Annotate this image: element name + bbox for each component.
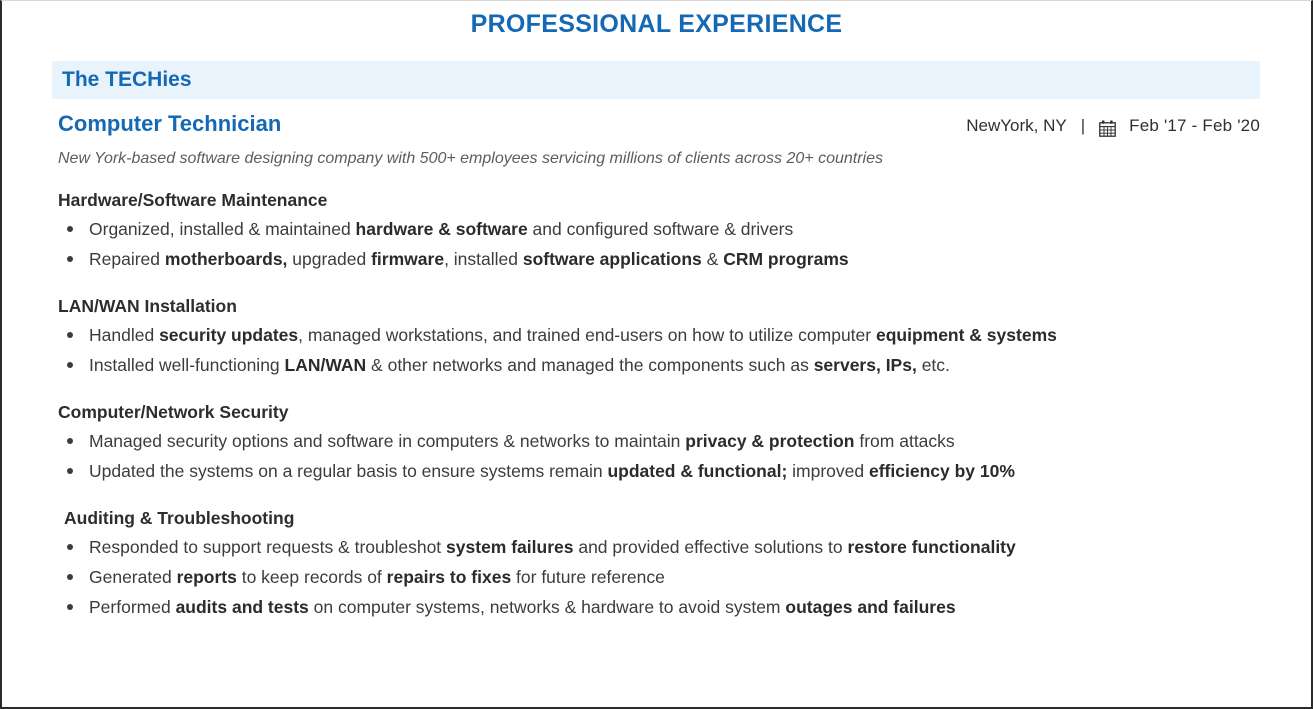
bullet-text: , managed workstations, and trained end-… (298, 325, 876, 345)
calendar-icon (1099, 120, 1116, 137)
bullet-item: Generated reports to keep records of rep… (64, 562, 1303, 592)
job-dates: Feb '17 - Feb '20 (1129, 116, 1260, 135)
company-description: New York-based software designing compan… (58, 150, 884, 167)
bullet-emphasis: equipment & systems (875, 325, 1057, 345)
bullet-item: Repaired motherboards, upgraded firmware… (58, 244, 1303, 274)
bullet-item: Organized, installed & maintained hardwa… (58, 214, 1303, 244)
resume-page: PROFESSIONAL EXPERIENCE The TECHies Comp… (0, 0, 1313, 709)
bullet-emphasis: software applications (522, 249, 702, 269)
job-title: Computer Technician (58, 111, 282, 136)
bullet-text: Performed (89, 597, 176, 617)
bullet-text: Installed well-functioning (89, 355, 285, 375)
bullet-text: & (701, 249, 724, 269)
subsection-heading: LAN/WAN Installation (58, 296, 237, 316)
bullet-emphasis: audits and tests (175, 597, 309, 617)
experience-subsection: Computer/Network Security Managed securit… (58, 402, 1303, 486)
subsection-heading: Computer/Network Security (58, 402, 289, 422)
meta-separator: | (1080, 116, 1086, 135)
bullet-list: Managed security options and software in… (58, 426, 1303, 486)
bullet-emphasis: reports (176, 567, 237, 587)
bullet-list: Organized, installed & maintained hardwa… (58, 214, 1303, 274)
bullet-item: Handled security updates, managed workst… (58, 320, 1303, 350)
bullet-text: Generated (89, 567, 177, 587)
bullet-item: Installed well-functioning LAN/WAN & oth… (58, 350, 1303, 380)
bullet-text: to keep records of (236, 567, 387, 587)
bullet-text: , installed (444, 249, 523, 269)
bullet-item: Updated the systems on a regular basis t… (58, 456, 1303, 486)
bullet-text: Handled (89, 325, 160, 345)
bullet-list: Handled security updates, managed workst… (58, 320, 1303, 380)
subsection-heading: Auditing & Troubleshooting (64, 508, 295, 528)
bullet-emphasis: updated & functional; (607, 461, 788, 481)
experience-subsection: LAN/WAN Installation Handled security upd… (58, 296, 1303, 380)
bullet-emphasis: LAN/WAN (284, 355, 367, 375)
bullet-emphasis: motherboards, (164, 249, 288, 269)
bullet-emphasis: efficiency by 10% (869, 461, 1015, 481)
bullet-text: on computer systems, networks & hardware… (308, 597, 786, 617)
bullet-text: etc. (916, 355, 950, 375)
experience-subsection: Auditing & Troubleshooting Responded to s… (64, 508, 1303, 622)
job-location: NewYork, NY (966, 116, 1067, 135)
company-banner: The TECHies (52, 61, 1260, 99)
role-row: Computer Technician NewYork, NY | Feb '1… (52, 111, 1260, 137)
bullet-emphasis: security updates (159, 325, 299, 345)
job-meta: NewYork, NY | Feb '17 - Feb '20 (966, 116, 1260, 137)
bullet-list: Responded to support requests & troubles… (64, 532, 1303, 622)
bullet-text: upgraded (287, 249, 372, 269)
bullet-emphasis: restore functionality (847, 537, 1016, 557)
bullet-item: Responded to support requests & troubles… (64, 532, 1303, 562)
experience-subsection: Hardware/Software Maintenance Organized, … (58, 190, 1303, 274)
experience-subsections: Hardware/Software Maintenance Organized, … (10, 190, 1303, 622)
company-name: The TECHies (62, 68, 192, 91)
bullet-text: Responded to support requests & troubles… (89, 537, 447, 557)
bullet-text: & other networks and managed the compone… (366, 355, 814, 375)
bullet-item: Managed security options and software in… (58, 426, 1303, 456)
bullet-text: Repaired (89, 249, 165, 269)
bullet-emphasis: repairs to fixes (386, 567, 512, 587)
bullet-emphasis: outages and failures (785, 597, 956, 617)
bullet-item: Performed audits and tests on computer s… (64, 592, 1303, 622)
bullet-text: and provided effective solutions to (573, 537, 848, 557)
bullet-text: from attacks (854, 431, 955, 451)
resume-content: PROFESSIONAL EXPERIENCE The TECHies Comp… (10, 1, 1303, 707)
bullet-emphasis: firmware (371, 249, 445, 269)
bullet-text: improved (787, 461, 869, 481)
bullet-text: and configured software & drivers (527, 219, 794, 239)
bullet-text: Organized, installed & maintained (89, 219, 356, 239)
bullet-emphasis: system failures (446, 537, 574, 557)
bullet-emphasis: hardware & software (355, 219, 528, 239)
bullet-text: for future reference (511, 567, 665, 587)
bullet-emphasis: privacy & protection (685, 431, 855, 451)
bullet-text: Updated the systems on a regular basis t… (89, 461, 608, 481)
bullet-emphasis: CRM programs (723, 249, 849, 269)
subsection-heading: Hardware/Software Maintenance (58, 190, 328, 210)
page-title: PROFESSIONAL EXPERIENCE (470, 10, 843, 38)
bullet-text: Managed security options and software in… (89, 431, 686, 451)
bullet-emphasis: servers, IPs, (813, 355, 917, 375)
